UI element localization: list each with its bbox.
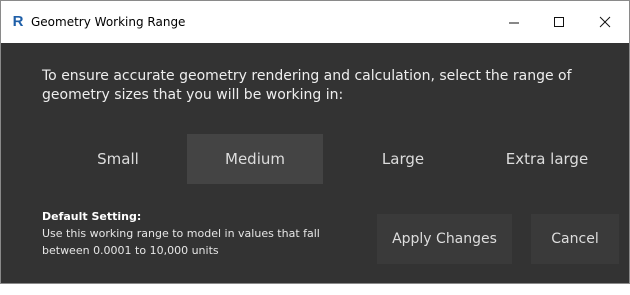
geometry-working-range-dialog: R Geometry Working Range To ensure accur… [0, 0, 630, 284]
maximize-icon [554, 17, 564, 27]
maximize-button[interactable] [536, 1, 582, 43]
range-option-large[interactable]: Large [348, 134, 458, 184]
dialog-content: To ensure accurate geometry rendering an… [1, 43, 629, 283]
title-bar[interactable]: R Geometry Working Range [1, 1, 629, 43]
close-button[interactable] [582, 1, 628, 43]
minimize-button[interactable] [491, 1, 537, 43]
default-setting-description: Use this working range to model in value… [42, 227, 320, 257]
minimize-icon [509, 22, 519, 24]
instruction-text: To ensure accurate geometry rendering an… [42, 68, 572, 103]
default-setting-title: Default Setting: [42, 210, 142, 223]
range-option-medium[interactable]: Medium [187, 134, 323, 184]
window-title: Geometry Working Range [31, 15, 186, 29]
range-option-small[interactable]: Small [62, 134, 174, 184]
close-icon [599, 16, 611, 28]
range-option-extra-large[interactable]: Extra large [481, 134, 613, 184]
apply-changes-button[interactable]: Apply Changes [377, 214, 512, 264]
revit-app-icon: R [12, 13, 24, 30]
cancel-button[interactable]: Cancel [531, 214, 619, 264]
